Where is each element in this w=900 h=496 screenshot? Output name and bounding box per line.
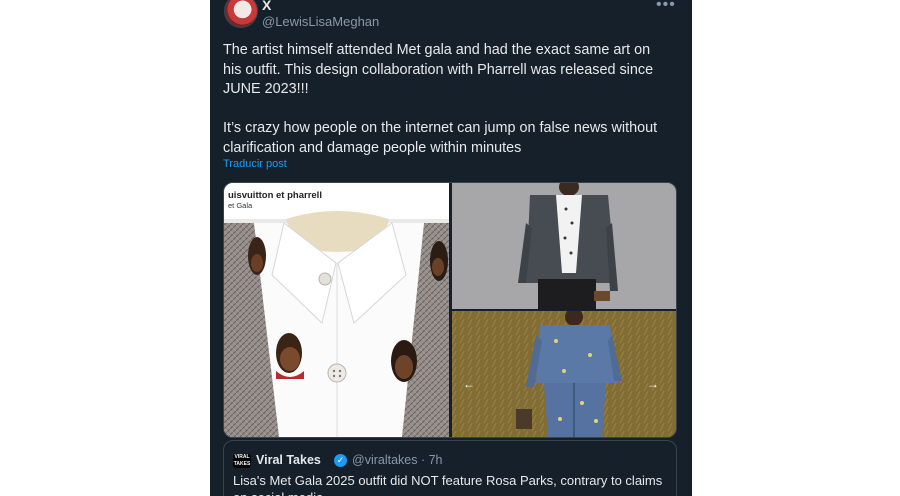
- translate-post-link[interactable]: Traducir post: [223, 158, 287, 170]
- more-horizontal-icon[interactable]: •••: [656, 0, 676, 14]
- runway-photo[interactable]: ← →: [452, 311, 676, 437]
- runway-illustration: [452, 311, 676, 437]
- arrow-left-icon[interactable]: ←: [460, 375, 478, 393]
- quoted-post[interactable]: VIRAL TAKES Viral Takes ✓ @viraltakes · …: [223, 440, 677, 496]
- verified-badge-icon: ✓: [334, 454, 347, 467]
- arrow-right-icon[interactable]: →: [644, 375, 662, 393]
- user-handle[interactable]: @LewisLisaMeghan: [262, 14, 379, 29]
- quote-handle-time[interactable]: @viraltakes · 7h: [352, 453, 443, 467]
- quote-text: Lisa's Met Gala 2025 outfit did NOT feat…: [233, 473, 663, 496]
- tweet-card: X @LewisLisaMeghan ••• The artist himsel…: [210, 0, 692, 496]
- quote-account-logo: VIRAL TAKES: [233, 454, 251, 468]
- tweet-paragraph: The artist himself attended Met gala and…: [223, 42, 654, 97]
- shirt-illustration: [224, 183, 449, 437]
- shirt-photo[interactable]: uisvuitton et pharrell et Gala: [224, 183, 449, 437]
- display-name[interactable]: X: [262, 0, 271, 13]
- quote-display-name[interactable]: Viral Takes: [256, 453, 321, 467]
- image-caption-title: uisvuitton et pharrell: [228, 190, 322, 201]
- image-caption-subtitle: et Gala: [228, 201, 253, 210]
- jacket-photo[interactable]: [452, 183, 676, 309]
- tweet-paragraph: It’s crazy how people on the internet ca…: [223, 120, 658, 156]
- avatar[interactable]: [224, 0, 258, 28]
- media-gallery[interactable]: uisvuitton et pharrell et Gala ← →: [223, 182, 677, 438]
- tweet-text: The artist himself attended Met gala and…: [223, 41, 668, 158]
- jacket-illustration: [452, 183, 676, 309]
